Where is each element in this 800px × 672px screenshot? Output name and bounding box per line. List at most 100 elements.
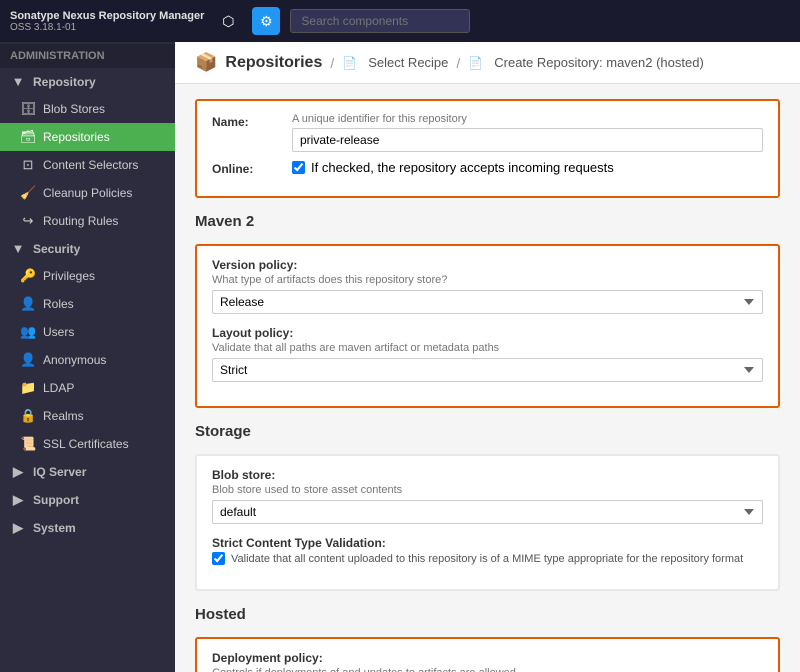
cube-icon[interactable]: ⬡ [214, 7, 242, 35]
sidebar-item-ldap[interactable]: 📁 LDAP [0, 374, 175, 402]
caret-icon: ▼ [10, 74, 26, 89]
strict-content-check-row: Validate that all content uploaded to th… [212, 552, 763, 565]
realms-icon: 🔒 [20, 408, 36, 424]
ldap-icon: 📁 [20, 380, 36, 396]
online-field-row: Online: If checked, the repository accep… [212, 160, 763, 176]
hosted-section: Deployment policy: Controls if deploymen… [195, 637, 780, 672]
sidebar-group-system[interactable]: ▶ System [0, 514, 175, 542]
routing-rules-icon: ↪ [20, 213, 36, 229]
storage-title: Storage [195, 423, 780, 444]
breadcrumb-step1[interactable]: Select Recipe [368, 55, 448, 70]
sidebar-item-ssl-certs[interactable]: 📜 SSL Certificates [0, 430, 175, 458]
name-field-content: A unique identifier for this repository [292, 113, 763, 152]
gear-icon[interactable]: ⚙ [252, 7, 280, 35]
sidebar-item-anonymous[interactable]: 👤 Anonymous [0, 346, 175, 374]
blob-store-hint: Blob store used to store asset contents [212, 484, 763, 496]
cleanup-policies-icon: 🧹 [20, 185, 36, 201]
ssl-certs-icon: 📜 [20, 436, 36, 452]
sidebar-item-realms[interactable]: 🔒 Realms [0, 402, 175, 430]
topbar: Sonatype Nexus Repository Manager OSS 3.… [0, 0, 800, 42]
sidebar-item-cleanup-policies-label: Cleanup Policies [43, 186, 132, 200]
blob-store-group: Blob store: Blob store used to store ass… [212, 468, 763, 524]
repositories-icon: 🗃 [20, 129, 36, 145]
system-caret-icon: ▶ [10, 520, 26, 536]
strict-content-group: Strict Content Type Validation: Validate… [212, 536, 763, 565]
online-label: Online: [212, 160, 277, 176]
sidebar-item-anonymous-label: Anonymous [43, 353, 106, 367]
breadcrumb-sep2: / [456, 55, 460, 71]
blob-store-select[interactable]: default [212, 500, 763, 524]
breadcrumb-step2-icon: 📄 [468, 56, 483, 70]
breadcrumb: 📦 Repositories / 📄 Select Recipe / 📄 Cre… [175, 42, 800, 84]
content-area: 📦 Repositories / 📄 Select Recipe / 📄 Cre… [175, 42, 800, 672]
sidebar-item-roles-label: Roles [43, 297, 74, 311]
version-policy-label: Version policy: [212, 258, 763, 272]
version-policy-select[interactable]: Release Snapshot Mixed [212, 290, 763, 314]
sidebar-group-repository-label: Repository [33, 75, 96, 89]
admin-header: Administration [0, 44, 175, 68]
deployment-policy-label: Deployment policy: [212, 651, 763, 665]
strict-content-hint: Validate that all content uploaded to th… [231, 553, 743, 565]
sidebar-item-blob-stores[interactable]: 🗄 Blob Stores [0, 95, 175, 123]
sidebar-item-users[interactable]: 👥 Users [0, 318, 175, 346]
sidebar-item-privileges[interactable]: 🔑 Privileges [0, 262, 175, 290]
name-online-section: Name: A unique identifier for this repos… [195, 99, 780, 198]
security-caret-icon: ▼ [10, 241, 26, 256]
app-version: OSS 3.18.1-01 [10, 22, 204, 33]
breadcrumb-main-title: Repositories [225, 54, 322, 72]
layout-policy-select[interactable]: Strict Permissive [212, 358, 763, 382]
sidebar-item-content-selectors-label: Content Selectors [43, 158, 138, 172]
support-caret-icon: ▶ [10, 492, 26, 508]
breadcrumb-main-icon: 📦 [195, 52, 217, 73]
iq-server-caret-icon: ▶ [10, 464, 26, 480]
hosted-title: Hosted [195, 606, 780, 627]
sidebar-item-repositories[interactable]: 🗃 Repositories [0, 123, 175, 151]
blob-stores-icon: 🗄 [20, 101, 36, 117]
storage-section: Blob store: Blob store used to store ass… [195, 454, 780, 591]
sidebar-group-system-label: System [33, 521, 76, 535]
anonymous-icon: 👤 [20, 352, 36, 368]
deployment-policy-hint: Controls if deployments of and updates t… [212, 667, 763, 672]
sidebar-item-ssl-label: SSL Certificates [43, 437, 129, 451]
deployment-policy-group: Deployment policy: Controls if deploymen… [212, 651, 763, 672]
strict-content-checkbox[interactable] [212, 552, 225, 565]
sidebar-group-security-label: Security [33, 242, 80, 256]
sidebar-group-iq-server[interactable]: ▶ IQ Server [0, 458, 175, 486]
sidebar-item-routing-rules[interactable]: ↪ Routing Rules [0, 207, 175, 235]
online-hint: If checked, the repository accepts incom… [311, 160, 614, 175]
breadcrumb-step1-icon: 📄 [342, 56, 357, 70]
sidebar-item-ldap-label: LDAP [43, 381, 74, 395]
sidebar-item-cleanup-policies[interactable]: 🧹 Cleanup Policies [0, 179, 175, 207]
app-logo: Sonatype Nexus Repository Manager OSS 3.… [10, 10, 204, 33]
maven2-section: Version policy: What type of artifacts d… [195, 244, 780, 408]
sidebar-item-users-label: Users [43, 325, 74, 339]
name-field-row: Name: A unique identifier for this repos… [212, 113, 763, 152]
name-hint: A unique identifier for this repository [292, 113, 763, 125]
sidebar-item-content-selectors[interactable]: ⊡ Content Selectors [0, 151, 175, 179]
online-checkbox[interactable] [292, 161, 305, 174]
privileges-icon: 🔑 [20, 268, 36, 284]
sidebar-item-roles[interactable]: 👤 Roles [0, 290, 175, 318]
strict-content-label: Strict Content Type Validation: [212, 536, 763, 550]
sidebar-group-security[interactable]: ▼ Security [0, 235, 175, 262]
sidebar-group-repository[interactable]: ▼ Repository [0, 68, 175, 95]
online-field-content: If checked, the repository accepts incom… [292, 160, 763, 175]
online-checkbox-row: If checked, the repository accepts incom… [292, 160, 763, 175]
search-input[interactable] [290, 9, 470, 33]
sidebar-item-privileges-label: Privileges [43, 269, 95, 283]
name-input[interactable] [292, 128, 763, 152]
sidebar-item-realms-label: Realms [43, 409, 84, 423]
sidebar: Administration ▼ Repository 🗄 Blob Store… [0, 42, 175, 672]
sidebar-group-iq-server-label: IQ Server [33, 465, 86, 479]
layout-policy-label: Layout policy: [212, 326, 763, 340]
maven2-title: Maven 2 [195, 213, 780, 234]
form-content: Name: A unique identifier for this repos… [175, 84, 800, 672]
content-selectors-icon: ⊡ [20, 157, 36, 173]
sidebar-group-support[interactable]: ▶ Support [0, 486, 175, 514]
app-name: Sonatype Nexus Repository Manager [10, 10, 204, 22]
breadcrumb-step2: Create Repository: maven2 (hosted) [494, 55, 704, 70]
name-label: Name: [212, 113, 277, 129]
layout-policy-hint: Validate that all paths are maven artifa… [212, 342, 763, 354]
blob-store-label: Blob store: [212, 468, 763, 482]
version-policy-hint: What type of artifacts does this reposit… [212, 274, 763, 286]
